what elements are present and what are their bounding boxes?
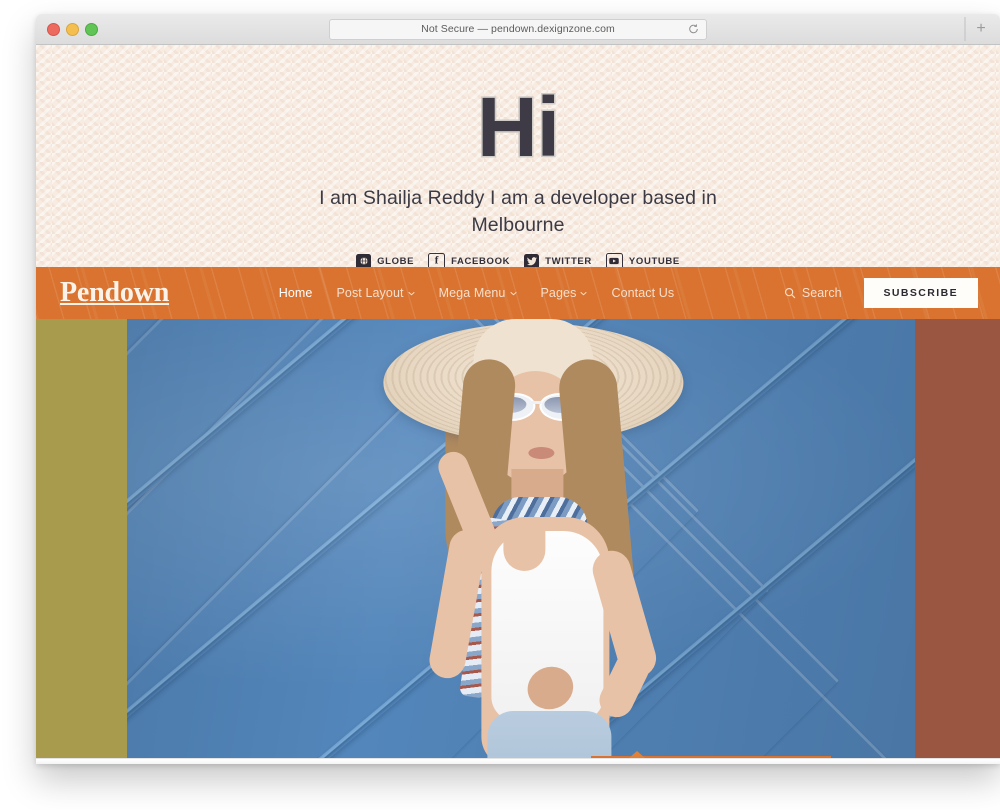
tab-strip-divider [964,17,966,41]
nav-item-post-layout[interactable]: Post Layout [336,286,415,300]
window-traffic-lights [47,22,98,36]
nav-item-home-label: Home [278,286,313,300]
browser-window: Not Secure — pendown.dexignzone.com + Hi… [36,14,1000,764]
social-link-youtube[interactable]: YOUTUBE [605,252,680,267]
chevron-down-icon [407,290,415,297]
social-label-globe: GLOBE [377,255,415,267]
nav-item-contact-us[interactable]: Contact Us [611,286,674,300]
minimize-window-button[interactable] [66,22,79,36]
slider-right-panel [915,319,1000,764]
page-title: Hi [477,80,560,174]
social-link-twitter[interactable]: TWITTER [524,253,592,267]
address-bar-text: Not Secure — pendown.dexignzone.com [421,23,615,35]
model-figure [295,319,765,764]
hero-tagline: I am Shailja Reddy I am a developer base… [319,187,717,236]
twitter-icon [524,253,540,267]
slider-image[interactable] [127,319,915,764]
nav-item-mega-menu[interactable]: Mega Menu [439,286,517,300]
youtube-icon [605,252,623,267]
new-tab-button[interactable]: + [970,18,992,40]
search-icon [784,287,796,299]
page-viewport: Hi I am Shailja Reddy I am a developer b… [36,45,1000,764]
nav-item-home[interactable]: Home [279,286,313,300]
nav-item-contact-us-label: Contact Us [611,286,675,300]
slider-left-panel [36,319,127,764]
chevron-down-icon [580,290,588,297]
nav-item-post-layout-label: Post Layout [336,286,404,300]
zoom-window-button[interactable] [85,22,98,36]
nav-actions: Search SUBSCRIBE [784,277,978,309]
nav-item-mega-menu-label: Mega Menu [438,286,506,300]
site-logo[interactable]: Pendown [60,279,169,307]
social-label-youtube: YOUTUBE [628,255,680,267]
address-bar[interactable]: Not Secure — pendown.dexignzone.com [329,18,707,40]
desktop-background: Not Secure — pendown.dexignzone.com + Hi… [0,0,1000,810]
close-window-button[interactable] [47,22,60,36]
subscribe-button[interactable]: SUBSCRIBE [863,277,978,309]
social-links: GLOBE f FACEBOOK TWITTER YOUTUBE [356,252,680,267]
hero-slider [36,319,1000,764]
social-label-twitter: TWITTER [545,255,592,267]
facebook-icon: f [428,252,446,267]
social-label-facebook: FACEBOOK [451,255,511,267]
window-bottom-edge [36,758,1000,764]
main-navigation: Pendown Home Post Layout Mega Menu Pages… [36,267,1000,319]
search-button[interactable]: Search [784,286,842,300]
nav-item-pages-label: Pages [540,286,577,300]
social-link-globe[interactable]: GLOBE [356,253,415,267]
chevron-down-icon [509,290,517,297]
reload-icon[interactable] [688,24,699,35]
search-label: Search [801,286,842,300]
nav-links: Home Post Layout Mega Menu Pages Contact… [279,286,675,300]
hero-section: Hi I am Shailja Reddy I am a developer b… [36,45,1000,267]
browser-titlebar: Not Secure — pendown.dexignzone.com + [36,14,1000,45]
globe-icon [356,253,372,267]
nav-item-pages[interactable]: Pages [541,286,588,300]
social-link-facebook[interactable]: f FACEBOOK [428,252,511,267]
